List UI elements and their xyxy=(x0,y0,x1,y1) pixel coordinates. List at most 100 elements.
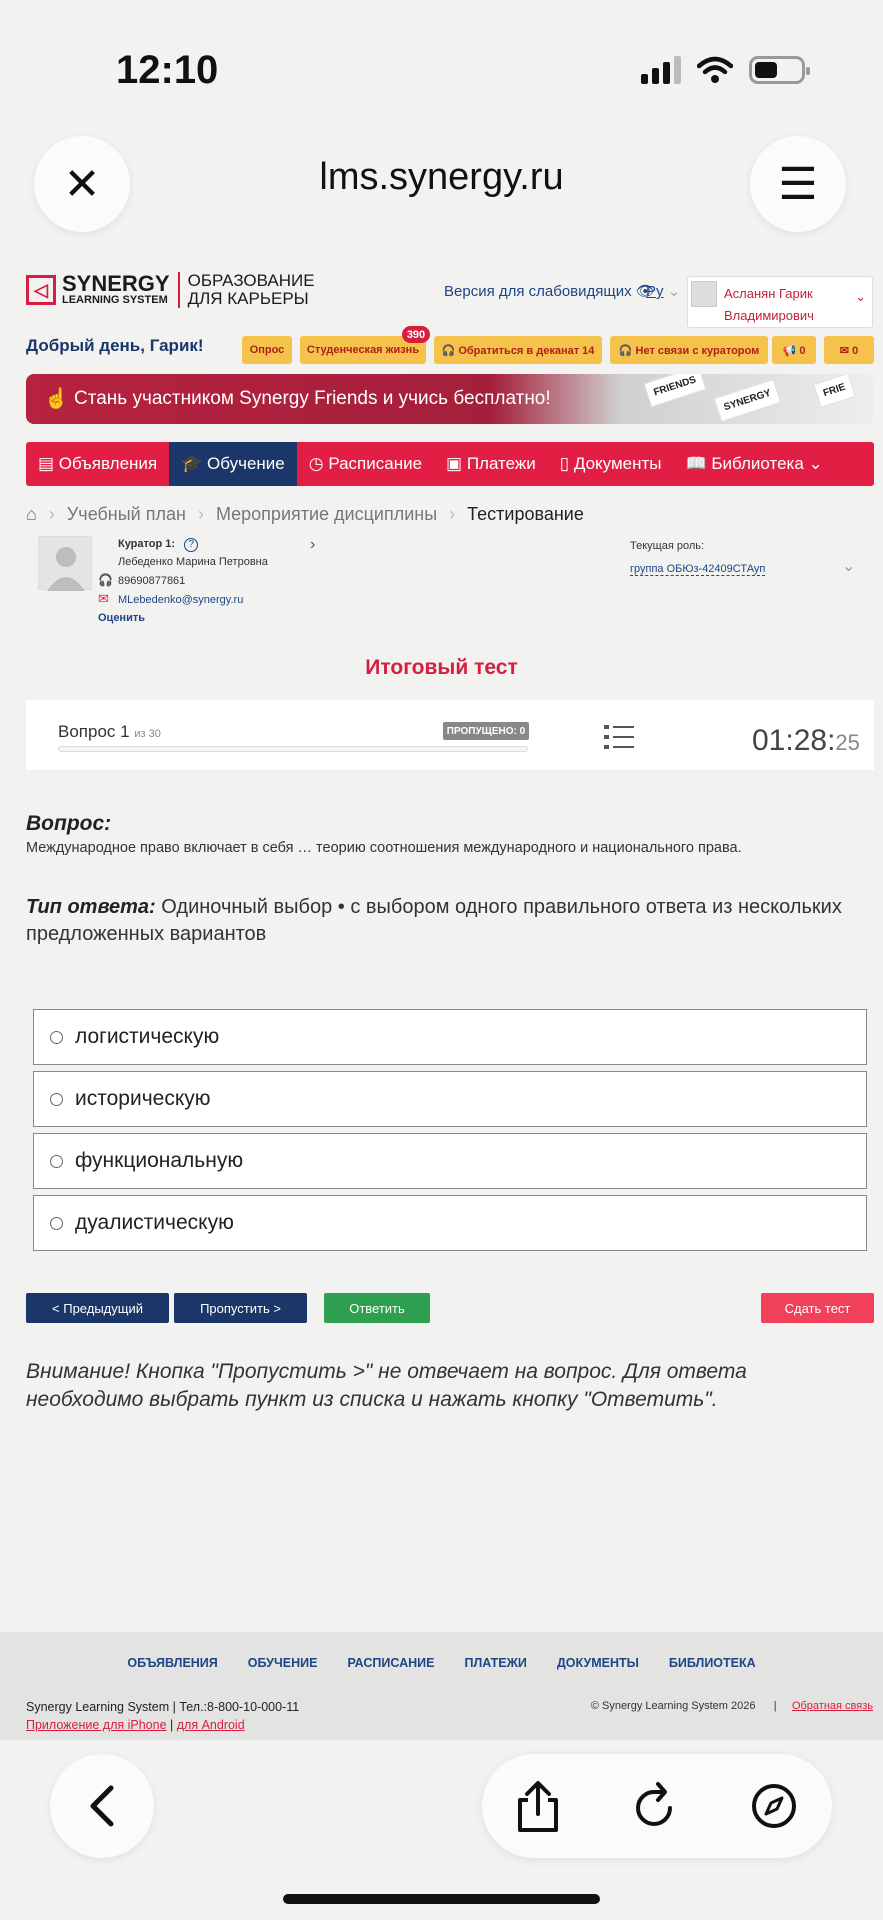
site-logo[interactable]: ◁ SYNERGY LEARNING SYSTEM ОБРАЗОВАНИЕ ДЛ… xyxy=(26,272,315,308)
back-button[interactable] xyxy=(50,1754,154,1858)
radio-button[interactable] xyxy=(50,1030,63,1044)
question-text: Международное право включает в себя … те… xyxy=(26,840,742,856)
tabs-button[interactable]: ☰ xyxy=(750,136,846,232)
chevron-down-icon[interactable]: ⌄ xyxy=(842,556,855,576)
home-indicator xyxy=(283,1894,600,1904)
footer-link-announcements[interactable]: ОБЪЯВЛЕНИЯ xyxy=(127,1656,217,1670)
option-text: дуалистическую xyxy=(75,1211,234,1234)
reload-button[interactable] xyxy=(632,1780,678,1837)
answer-type-heading: Тип ответа: xyxy=(26,896,156,918)
finish-test-button[interactable]: Сдать тест xyxy=(761,1293,874,1323)
logo-mark-icon: ◁ xyxy=(26,275,56,305)
share-button[interactable] xyxy=(514,1780,562,1839)
chevron-down-icon: ⌄ xyxy=(667,283,681,300)
role-select[interactable]: группа ОБЮз-42409СТАуп xyxy=(630,563,766,576)
language-select[interactable]: Ру ⌄ xyxy=(646,282,680,300)
accessibility-link[interactable]: Версия для слабовидящих 👁 xyxy=(444,282,655,300)
compass-icon xyxy=(752,1784,796,1828)
chevron-left-icon xyxy=(90,1785,114,1827)
nav-documents[interactable]: ▯ Документы xyxy=(548,442,674,486)
curator-email[interactable]: MLebedenko@synergy.ru xyxy=(118,594,243,606)
test-title: Итоговый тест xyxy=(365,656,518,679)
curator-title-row: Куратор 1: ? xyxy=(118,538,199,552)
footer-link-library[interactable]: БИБЛИОТЕКА xyxy=(669,1656,756,1670)
help-icon[interactable]: ? xyxy=(184,538,199,552)
footer-link-documents[interactable]: ДОКУМЕНТЫ xyxy=(557,1656,639,1670)
curator-avatar xyxy=(38,536,92,591)
mail-count-button[interactable]: ✉ 0 xyxy=(824,336,874,364)
promo-banner[interactable]: ☝ Стань участником Synergy Friends и учи… xyxy=(26,374,874,424)
role-label: Текущая роль: xyxy=(630,540,705,552)
question-list-icon[interactable] xyxy=(604,724,634,755)
logo-right2: ДЛЯ КАРЬЕРЫ xyxy=(187,289,309,308)
question-progress xyxy=(58,746,528,752)
logo-line1: SYNERGY xyxy=(62,271,170,296)
copyright: © Synergy Learning System 2026 | xyxy=(590,1700,792,1712)
mail-icon: ✉ xyxy=(98,591,109,606)
question-label: Вопрос 1 из 30 xyxy=(58,722,161,742)
battery-icon xyxy=(749,56,810,84)
question-heading: Вопрос: xyxy=(26,812,112,835)
compass-button[interactable] xyxy=(750,1782,798,1835)
footer-right: © Synergy Learning System 2026 | Обратна… xyxy=(591,1700,873,1712)
promo-card: FRIENDS xyxy=(643,374,707,408)
skipped-badge: ПРОПУЩЕНО: 0 xyxy=(443,722,529,740)
share-icon xyxy=(518,1781,558,1832)
iphone-app-link[interactable]: Приложение для iPhone xyxy=(26,1718,167,1732)
main-nav: ▤ Объявления 🎓 Обучение ◷ Расписание ▣ П… xyxy=(26,442,874,486)
previous-button[interactable]: < Предыдущий xyxy=(26,1293,169,1323)
feedback-link[interactable]: Обратная связь xyxy=(792,1700,873,1712)
footer-link-learning[interactable]: ОБУЧЕНИЕ xyxy=(248,1656,318,1670)
curator-phone: 89690877861 xyxy=(118,575,186,587)
answer-option[interactable]: историческую xyxy=(33,1071,867,1127)
nav-announcements[interactable]: ▤ Объявления xyxy=(26,442,169,486)
user-avatar xyxy=(691,281,717,307)
user-name: Асланян Гарик Владимирович xyxy=(724,283,814,327)
dean-button[interactable]: 🎧 Обратиться в деканат 14 xyxy=(434,336,602,364)
answer-option[interactable]: функциональную xyxy=(33,1133,867,1189)
curator-title: Куратор 1: xyxy=(118,538,176,550)
language-value: Ру xyxy=(646,283,664,300)
promo-card: SYNERGY xyxy=(713,378,782,423)
status-time: 12:10 xyxy=(116,48,219,92)
footer-separator: | xyxy=(166,1718,177,1732)
option-text: историческую xyxy=(75,1087,211,1110)
user-name-line2: Владимирович xyxy=(724,308,814,323)
answer-option[interactable]: дуалистическую xyxy=(33,1195,867,1251)
nav-learning[interactable]: 🎓 Обучение xyxy=(169,442,297,486)
curator-name: Лебеденко Марина Петровна xyxy=(118,556,268,568)
home-icon[interactable]: ⌂ xyxy=(26,504,37,525)
nav-schedule[interactable]: ◷ Расписание xyxy=(297,442,434,486)
pointer-hand-icon: ☝ xyxy=(44,388,69,410)
logo-right1: ОБРАЗОВАНИЕ xyxy=(187,271,315,290)
curator-nocontact-button[interactable]: 🎧 Нет связи с куратором xyxy=(610,336,768,364)
breadcrumb-plan[interactable]: Учебный план xyxy=(67,504,186,525)
breadcrumb-event[interactable]: Мероприятие дисциплины xyxy=(216,504,437,525)
question-number: Вопрос 1 xyxy=(58,722,130,741)
answer-type: Тип ответа: Одиночный выбор • с выбором … xyxy=(26,894,866,948)
radio-button[interactable] xyxy=(50,1092,63,1106)
nav-library[interactable]: 📖 Библиотека ⌄ xyxy=(674,442,835,486)
headset-icon: 🎧 xyxy=(98,573,113,587)
timer-main: 01:28: xyxy=(752,724,836,757)
user-name-line1: Асланян Гарик xyxy=(724,286,813,301)
user-menu[interactable]: Асланян Гарик Владимирович ⌄ xyxy=(687,276,873,328)
android-app-link[interactable]: для Android xyxy=(177,1718,245,1732)
skip-button[interactable]: Пропустить > xyxy=(174,1293,307,1323)
footer-link-schedule[interactable]: РАСПИСАНИЕ xyxy=(347,1656,434,1670)
radio-button[interactable] xyxy=(50,1154,63,1168)
greeting: Добрый день, Гарик! xyxy=(26,336,204,355)
timer-seconds: 25 xyxy=(835,730,860,755)
answer-option[interactable]: логистическую xyxy=(33,1009,867,1065)
logo-line2: LEARNING SYSTEM xyxy=(62,294,168,306)
footer-apps: Приложение для iPhone | для Android xyxy=(26,1718,245,1732)
radio-button[interactable] xyxy=(50,1216,63,1230)
announcements-count-button[interactable]: 📢 0 xyxy=(772,336,816,364)
nav-payments[interactable]: ▣ Платежи xyxy=(434,442,548,486)
rate-link[interactable]: Оценить xyxy=(98,612,145,624)
footer-link-payments[interactable]: ПЛАТЕЖИ xyxy=(464,1656,526,1670)
question-total: из 30 xyxy=(134,728,161,740)
chevron-right-icon[interactable]: › xyxy=(310,536,315,554)
answer-button[interactable]: Ответить xyxy=(324,1293,430,1323)
poll-button[interactable]: Опрос xyxy=(242,336,292,364)
